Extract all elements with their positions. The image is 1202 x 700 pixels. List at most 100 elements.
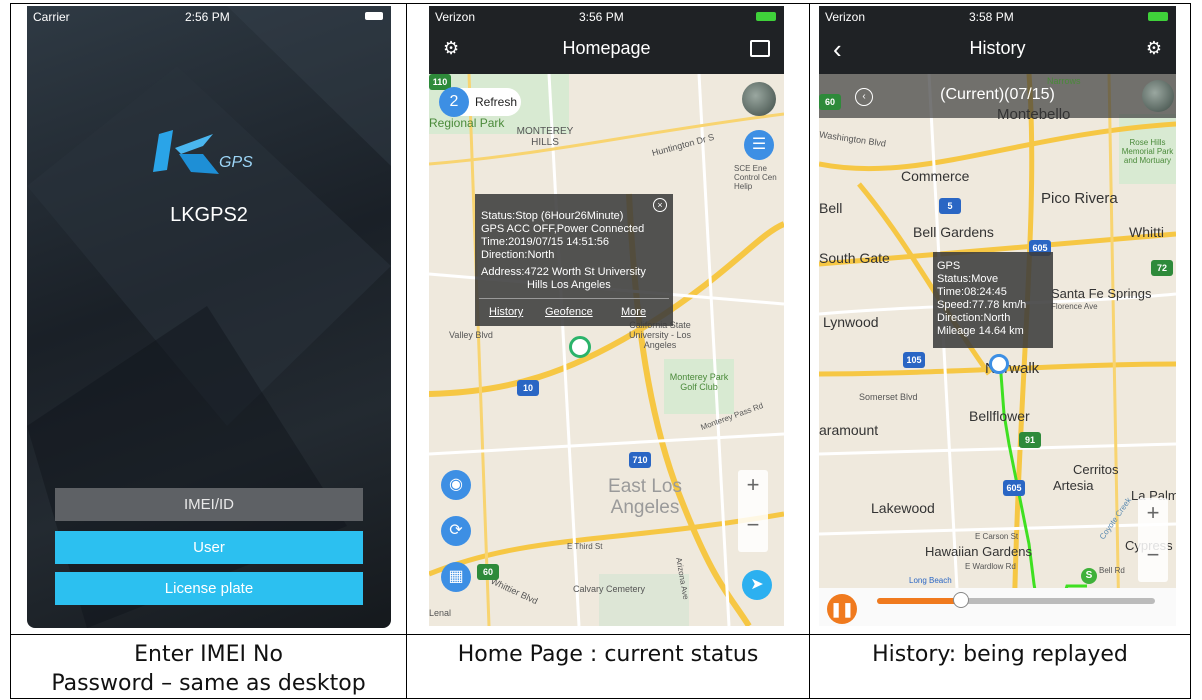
popup-time: Time:08:24:45 bbox=[937, 286, 1007, 298]
map-label: Regional Park bbox=[429, 116, 505, 130]
refresh-label: Refresh bbox=[475, 95, 518, 109]
zoom-in-button[interactable]: + bbox=[738, 472, 768, 498]
zoom-controls: + − bbox=[738, 470, 768, 552]
caption-login-line2: Password – same as desktop bbox=[51, 671, 366, 696]
playback-progress bbox=[877, 598, 961, 604]
logo-gps-text: GPS bbox=[219, 154, 253, 171]
zoom-in-button[interactable]: + bbox=[1138, 500, 1168, 526]
road-network bbox=[429, 74, 784, 626]
home-map[interactable]: Regional Park MONTEREY HILLS Huntington … bbox=[429, 74, 784, 626]
highway-shield: 10 bbox=[517, 380, 539, 396]
caption-home: Home Page : current status bbox=[457, 642, 759, 667]
status-bar: Verizon 3:58 PM bbox=[819, 6, 1176, 28]
status-popup: × Status:Stop (6Hour26Minute) GPS ACC OF… bbox=[475, 194, 673, 326]
highway-shield: 72 bbox=[1151, 260, 1173, 276]
history-screen: Verizon 3:58 PM ‹ History ⚙ ‹ (Current)(… bbox=[819, 6, 1176, 626]
popup-address: Address:4722 Worth St University bbox=[481, 266, 646, 278]
highway-shield: 105 bbox=[903, 352, 925, 368]
map-label: Cerritos bbox=[1073, 462, 1119, 477]
sync-icon[interactable]: ⟳ bbox=[441, 516, 471, 546]
map-label: Whitti bbox=[1129, 224, 1164, 240]
caption-login-line1: Enter IMEI No bbox=[134, 642, 283, 667]
popup-status: Status:Move bbox=[937, 273, 999, 285]
settings-gear-icon[interactable]: ⚙ bbox=[1146, 38, 1162, 59]
status-bar: Verizon 3:56 PM bbox=[429, 6, 784, 28]
map-label: Lynwood bbox=[823, 314, 879, 330]
highway-shield: 60 bbox=[477, 564, 499, 580]
map-label: Pico Rivera bbox=[1041, 190, 1118, 207]
lk-gps-logo: GPS bbox=[151, 124, 271, 184]
start-marker: S bbox=[1081, 568, 1097, 584]
imei-field[interactable]: IMEI/ID bbox=[55, 488, 363, 521]
map-label: MONTEREY HILLS bbox=[516, 126, 574, 148]
map-label: Florence Ave bbox=[1051, 302, 1098, 311]
playback-bar: ❚❚ bbox=[819, 588, 1176, 626]
carrier-label: Carrier bbox=[33, 10, 70, 24]
map-label: Bellflower bbox=[969, 408, 1030, 424]
vehicle-marker-icon[interactable] bbox=[989, 354, 1009, 374]
popup-direction: Direction:North bbox=[937, 312, 1011, 324]
app-header: ‹ History ⚙ bbox=[819, 28, 1176, 74]
playback-track[interactable] bbox=[877, 592, 1155, 608]
highway-shield: 710 bbox=[629, 452, 651, 468]
refresh-count-badge: 2 bbox=[439, 87, 469, 117]
column-divider bbox=[809, 4, 810, 698]
map-label: South Gate bbox=[819, 250, 890, 266]
map-label: Lenal bbox=[429, 608, 452, 618]
navigate-icon[interactable]: ➤ bbox=[742, 570, 772, 600]
grid-menu-icon[interactable]: ▦ bbox=[441, 562, 471, 592]
map-label: Commerce bbox=[901, 168, 970, 184]
zoom-out-button[interactable]: − bbox=[738, 512, 768, 538]
carrier-label: Verizon bbox=[825, 10, 866, 24]
geofence-link[interactable]: Geofence bbox=[545, 306, 593, 319]
refresh-control[interactable]: 2 Refresh bbox=[439, 87, 521, 117]
caption-login: Enter IMEI No Password – same as desktop bbox=[11, 640, 406, 698]
map-label: Bell Gardens bbox=[913, 224, 994, 240]
page-title: History bbox=[969, 38, 1026, 58]
date-label: (Current)(07/15) bbox=[940, 86, 1055, 103]
playback-knob[interactable] bbox=[953, 592, 970, 608]
clock: 3:56 PM bbox=[579, 10, 624, 24]
map-label: Montebello bbox=[997, 106, 1071, 123]
carrier-label: Verizon bbox=[435, 10, 476, 24]
battery-icon bbox=[365, 12, 383, 20]
status-bar: Carrier 2:56 PM bbox=[27, 6, 391, 28]
zoom-out-button[interactable]: − bbox=[1138, 542, 1168, 568]
highway-shield: 605 bbox=[1003, 480, 1025, 496]
user-button[interactable]: User bbox=[55, 531, 363, 564]
clock: 2:56 PM bbox=[185, 10, 230, 24]
map-label: Bell bbox=[819, 200, 843, 216]
zoom-controls: + − bbox=[1138, 498, 1168, 582]
more-link[interactable]: More bbox=[621, 306, 646, 319]
battery-icon bbox=[1148, 12, 1168, 21]
license-plate-button[interactable]: License plate bbox=[55, 572, 363, 605]
page-title: Homepage bbox=[562, 38, 651, 58]
comparison-table: Carrier 2:56 PM GPS LKGPS2 IMEI/ID User … bbox=[10, 3, 1191, 699]
map-label: SCE Ene Control Cen Helip bbox=[734, 164, 777, 191]
popup-divider bbox=[479, 298, 669, 299]
vehicle-marker-icon[interactable] bbox=[569, 336, 591, 358]
device-list-icon[interactable]: ☰ bbox=[744, 130, 774, 160]
map-label: E Carson St bbox=[975, 532, 1019, 541]
pause-button[interactable]: ❚❚ bbox=[827, 594, 857, 624]
device-avatar[interactable] bbox=[742, 82, 776, 116]
device-avatar[interactable] bbox=[1142, 80, 1174, 112]
map-label: Calvary Cemetery bbox=[573, 584, 646, 594]
column-divider bbox=[406, 4, 407, 698]
map-label: E Wardlow Rd bbox=[965, 562, 1016, 571]
home-screen: Verizon 3:56 PM ⚙ Homepage Regional Park… bbox=[429, 6, 784, 626]
close-icon[interactable]: × bbox=[653, 198, 667, 212]
target-icon[interactable]: ◉ bbox=[441, 470, 471, 500]
clock: 3:58 PM bbox=[969, 10, 1014, 24]
popup-gps: GPS ACC OFF,Power Connected bbox=[481, 223, 645, 235]
map-label: Somerset Blvd bbox=[859, 392, 918, 402]
history-link[interactable]: History bbox=[489, 306, 523, 319]
map-label: Monterey Park Golf Club bbox=[669, 372, 729, 392]
popup-source: GPS bbox=[937, 260, 961, 272]
battery-icon bbox=[756, 12, 776, 21]
history-map[interactable]: ‹ (Current)(07/15) Narrows Montebello Wa… bbox=[819, 74, 1176, 626]
lk-logo-icon bbox=[153, 130, 219, 174]
message-icon[interactable] bbox=[750, 40, 770, 57]
map-label: Santa Fe Springs bbox=[1051, 286, 1152, 301]
popup-direction: Direction:North bbox=[481, 249, 555, 261]
